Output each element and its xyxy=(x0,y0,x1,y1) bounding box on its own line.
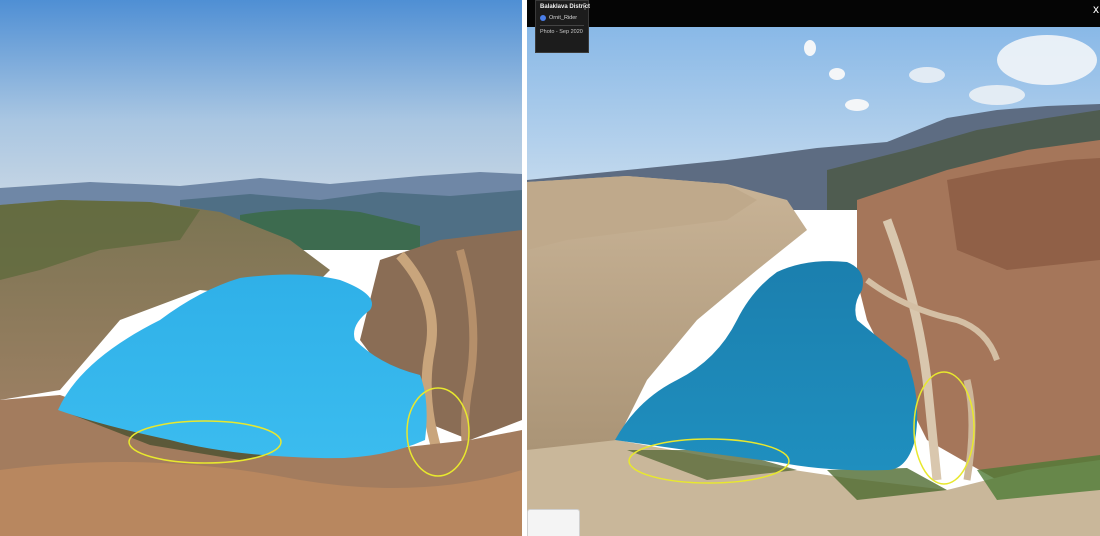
cloud xyxy=(997,35,1097,85)
thumbnail-strip[interactable] xyxy=(527,509,580,536)
viewer-top-bar xyxy=(527,0,1100,27)
left-quarry-photo xyxy=(0,0,522,536)
author-row[interactable]: Ornit_Rider xyxy=(540,15,584,21)
sky xyxy=(0,0,522,200)
photo-date: Photo - Sep 2020 xyxy=(540,29,583,35)
author-avatar-icon xyxy=(540,15,546,21)
place-title: Balaklava District xyxy=(540,4,591,10)
close-button[interactable]: x xyxy=(1093,2,1099,16)
left-photo-panel xyxy=(0,0,522,536)
more-options-icon[interactable]: ⋮ xyxy=(581,3,589,11)
right-quarry-photo xyxy=(527,0,1100,536)
author-name[interactable]: Ornit_Rider xyxy=(549,15,577,21)
right-photo-panel: Balaklava District Ornit_Rider Photo - S… xyxy=(527,0,1100,536)
card-divider xyxy=(540,25,584,26)
